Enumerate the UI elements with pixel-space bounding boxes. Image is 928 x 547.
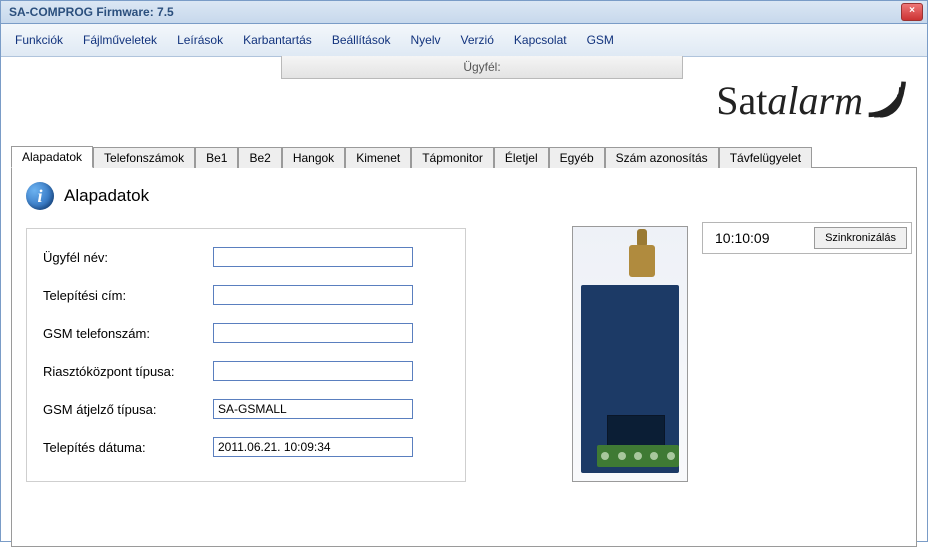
input-telepites-datum[interactable] [213, 437, 413, 457]
logo-text-1: Sat [716, 77, 767, 124]
logo-waves-icon [865, 78, 911, 124]
customer-strip-label: Ügyfél: [463, 60, 500, 74]
label-gsm-atjelzo: GSM átjelző típusa: [43, 402, 213, 417]
clock-time: 10:10:09 [715, 230, 814, 246]
menu-fajlmuveletek[interactable]: Fájlműveletek [75, 31, 165, 49]
panel-title: Alapadatok [64, 186, 149, 206]
device-pcb-icon [581, 285, 679, 473]
device-antenna-base-icon [629, 245, 655, 277]
input-telepitesi-cim[interactable] [213, 285, 413, 305]
tab-telefonszamok[interactable]: Telefonszámok [93, 147, 195, 168]
menubar: Funkciók Fájlműveletek Leírások Karbanta… [1, 24, 927, 57]
device-terminal-icon [597, 445, 679, 467]
device-photo [572, 226, 688, 482]
sync-button[interactable]: Szinkronizálás [814, 227, 907, 249]
tab-tapmonitor[interactable]: Tápmonitor [411, 147, 494, 168]
tab-egyeb[interactable]: Egyéb [549, 147, 605, 168]
row-riasztokozpont: Riasztóközpont típusa: [43, 361, 449, 381]
tab-hangok[interactable]: Hangok [282, 147, 345, 168]
tab-tavfelugyelet[interactable]: Távfelügyelet [719, 147, 812, 168]
row-telepitesi-cim: Telepítési cím: [43, 285, 449, 305]
info-icon: i [26, 182, 54, 210]
menu-verzio[interactable]: Verzió [453, 31, 502, 49]
tab-kimenet[interactable]: Kimenet [345, 147, 411, 168]
window-close-button[interactable]: × [901, 3, 923, 21]
brand-logo: Satalarm [716, 77, 911, 124]
menu-funkciok[interactable]: Funkciók [7, 31, 71, 49]
label-riasztokozpont: Riasztóközpont típusa: [43, 364, 213, 379]
clock-box: 10:10:09 Szinkronizálás [702, 222, 912, 254]
menu-nyelv[interactable]: Nyelv [403, 31, 449, 49]
tab-szam-azonositas[interactable]: Szám azonosítás [605, 147, 719, 168]
window-titlebar: SA-COMPROG Firmware: 7.5 × [1, 1, 927, 24]
row-gsm-atjelzo: GSM átjelző típusa: [43, 399, 449, 419]
label-gsm-telefonszam: GSM telefonszám: [43, 326, 213, 341]
input-gsm-atjelzo[interactable] [213, 399, 413, 419]
input-gsm-telefonszam[interactable] [213, 323, 413, 343]
tab-eletjel[interactable]: Életjel [494, 147, 549, 168]
logo-text-2: alarm [767, 77, 863, 124]
label-ugyfel-nev: Ügyfél név: [43, 250, 213, 265]
menu-karbantartas[interactable]: Karbantartás [235, 31, 320, 49]
tabbar: Alapadatok Telefonszámok Be1 Be2 Hangok … [11, 145, 917, 168]
menu-leirasok[interactable]: Leírások [169, 31, 231, 49]
label-telepitesi-cim: Telepítési cím: [43, 288, 213, 303]
menu-gsm[interactable]: GSM [579, 31, 622, 49]
tab-be1[interactable]: Be1 [195, 147, 238, 168]
customer-strip: Ügyfél: [281, 56, 683, 79]
input-riasztokozpont[interactable] [213, 361, 413, 381]
tab-panel-alapadatok: i Alapadatok Ügyfél név: Telepítési cím:… [11, 168, 917, 547]
window-title: SA-COMPROG Firmware: 7.5 [5, 5, 901, 19]
label-telepites-datum: Telepítés dátuma: [43, 440, 213, 455]
header-area: Ügyfél: Satalarm [1, 57, 927, 145]
row-gsm-telefonszam: GSM telefonszám: [43, 323, 449, 343]
input-ugyfel-nev[interactable] [213, 247, 413, 267]
row-telepites-datum: Telepítés dátuma: [43, 437, 449, 457]
tab-be2[interactable]: Be2 [238, 147, 281, 168]
menu-beallitasok[interactable]: Beállítások [324, 31, 399, 49]
row-ugyfel-nev: Ügyfél név: [43, 247, 449, 267]
form-basic-data: Ügyfél név: Telepítési cím: GSM telefons… [26, 228, 466, 482]
panel-header: i Alapadatok [26, 182, 902, 210]
tab-alapadatok[interactable]: Alapadatok [11, 146, 93, 168]
menu-kapcsolat[interactable]: Kapcsolat [506, 31, 575, 49]
